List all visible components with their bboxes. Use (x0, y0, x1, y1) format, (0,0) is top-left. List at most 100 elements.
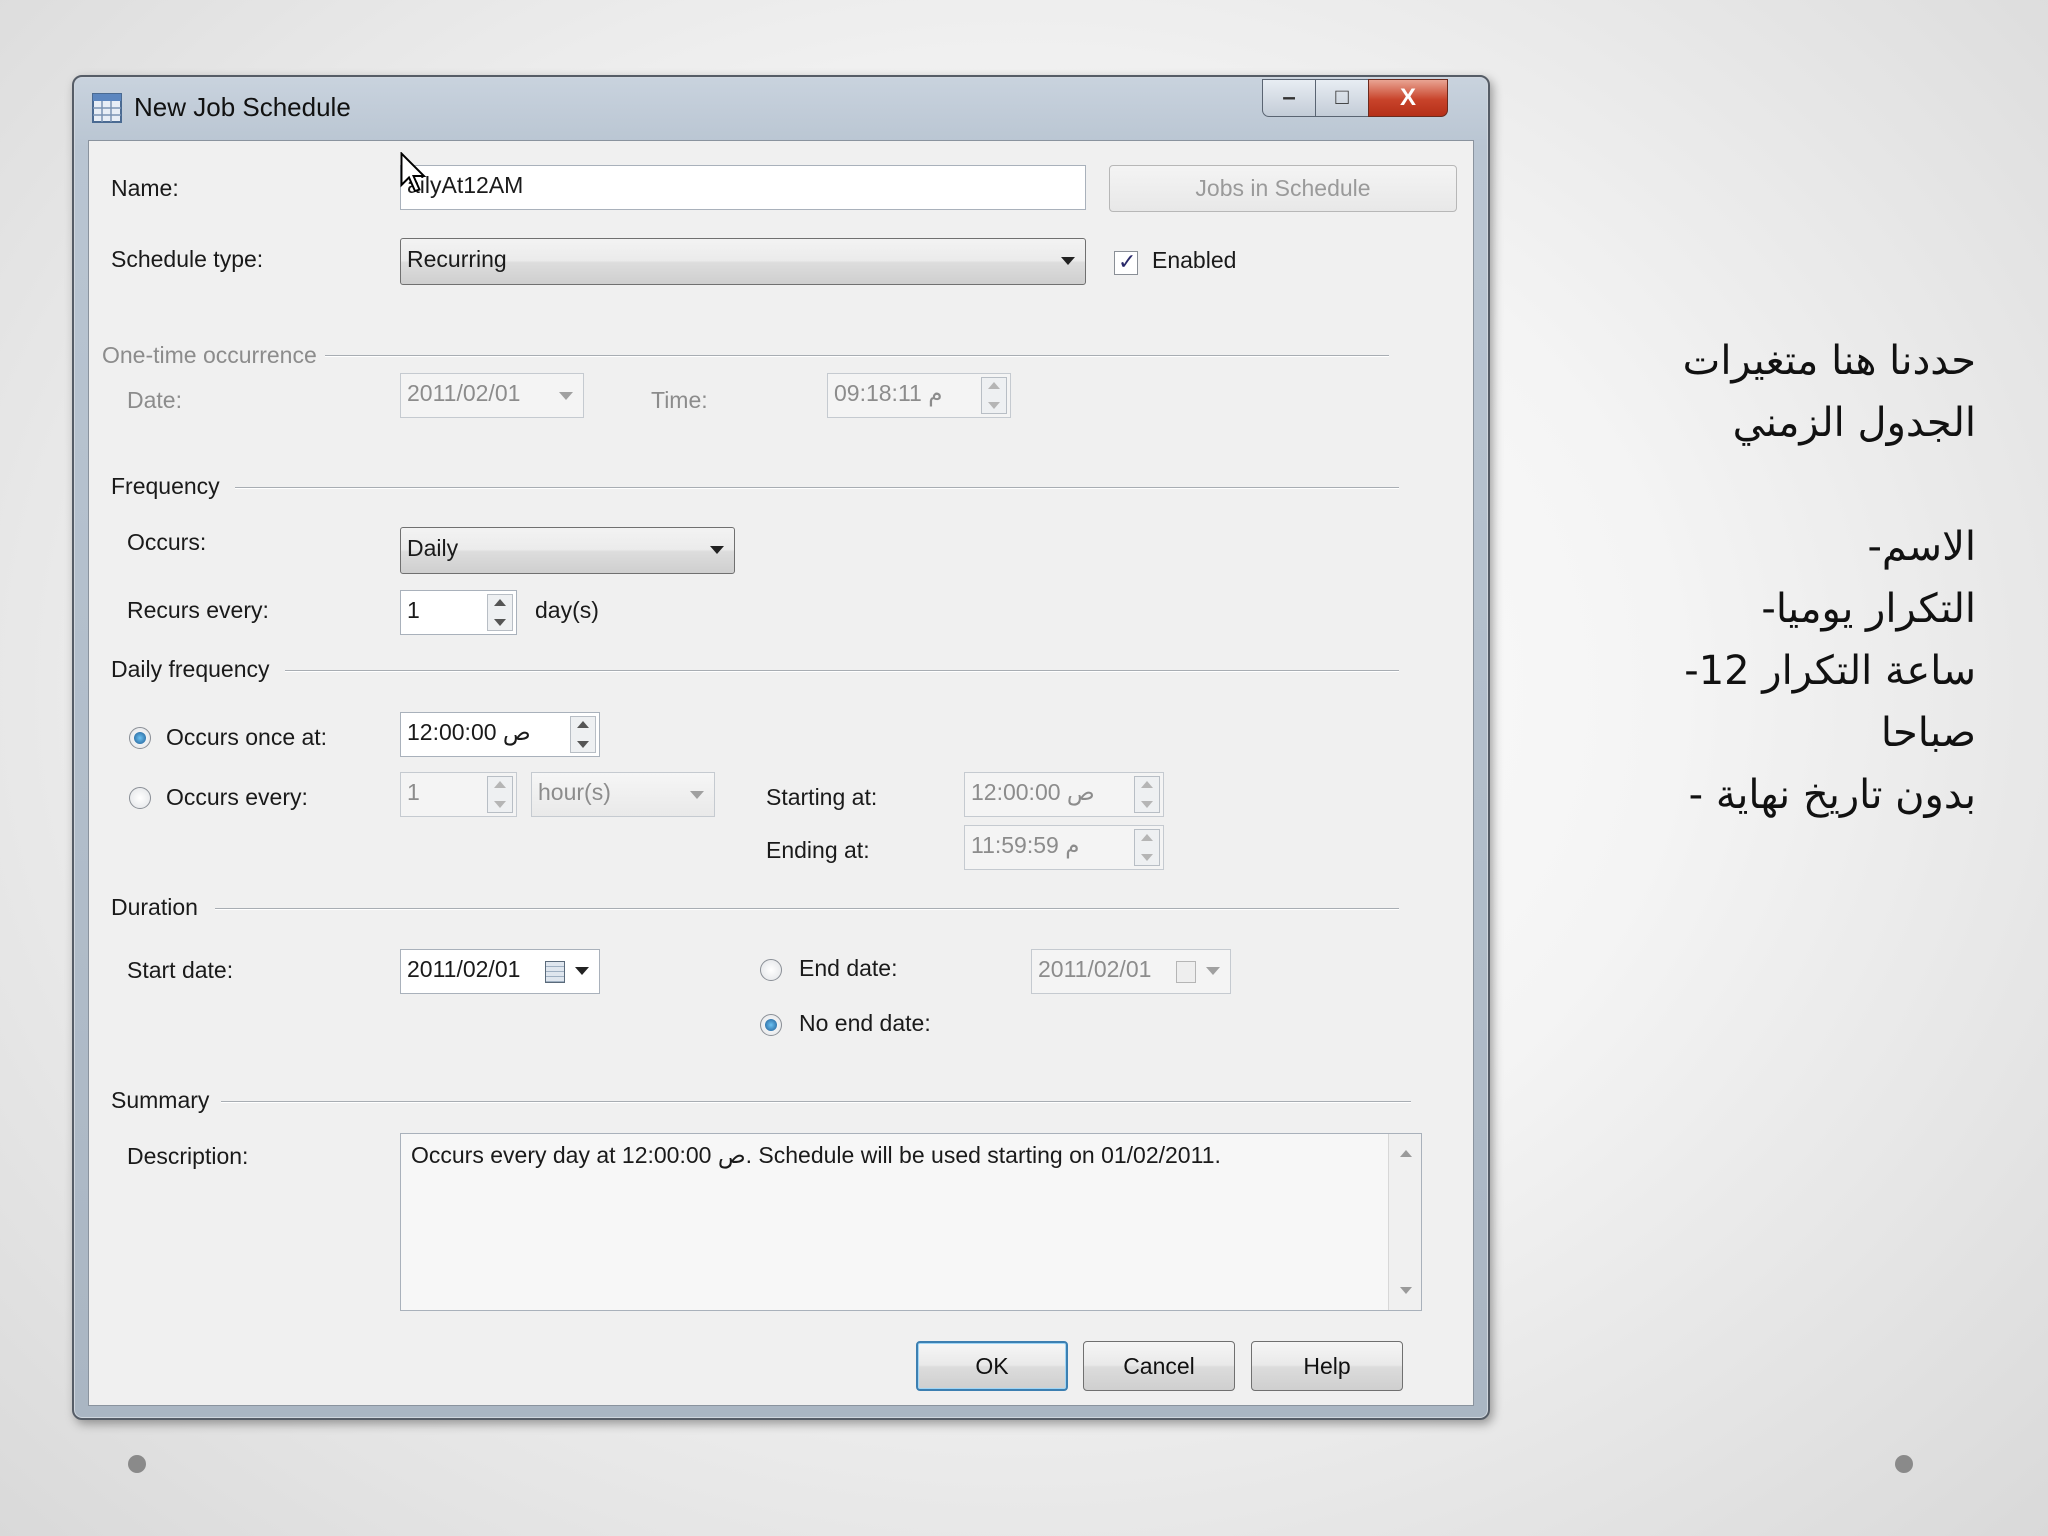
chevron-down-icon (575, 967, 589, 975)
description-textarea[interactable]: Occurs every day at 12:00:00 ص. Schedule… (400, 1133, 1422, 1311)
start-date-input[interactable]: 2011/02/01 (400, 949, 600, 994)
recurs-every-input[interactable]: 1 (400, 590, 517, 635)
schedule-type-select[interactable]: Recurring (400, 238, 1086, 285)
ok-button[interactable]: OK (916, 1341, 1068, 1391)
description-value: Occurs every day at 12:00:00 ص. Schedule… (411, 1142, 1221, 1168)
name-input[interactable]: ailyAt12AM (400, 165, 1086, 210)
one-time-section-title: One-time occurrence (102, 342, 317, 368)
jobs-in-schedule-button[interactable]: Jobs in Schedule (1109, 165, 1457, 212)
one-time-date-label: Date: (127, 387, 182, 413)
one-time-date-value: 2011/02/01 (407, 380, 521, 406)
interval-unit-select[interactable]: hour(s) (531, 772, 715, 817)
calendar-icon[interactable] (545, 961, 565, 983)
maximize-button[interactable]: □ (1315, 79, 1369, 117)
spin-down-icon (988, 402, 1000, 409)
start-date-label: Start date: (127, 957, 234, 983)
minimize-button[interactable]: – (1262, 79, 1316, 117)
end-date-input[interactable]: 2011/02/01 (1031, 949, 1231, 994)
time-spinner[interactable] (1134, 776, 1160, 813)
spin-up-icon (1141, 781, 1153, 788)
spin-down-icon (494, 801, 506, 808)
enabled-label: Enabled (1152, 247, 1237, 273)
section-divider (235, 487, 1399, 489)
spin-up-icon (494, 781, 506, 788)
duration-section-title: Duration (111, 894, 198, 920)
occurs-every-value: 1 (407, 779, 420, 805)
section-divider (325, 355, 1389, 357)
close-button[interactable]: X (1368, 79, 1448, 117)
occurs-select[interactable]: Daily (400, 527, 735, 574)
one-time-time-label: Time: (651, 387, 708, 413)
checkmark-icon: ✓ (1118, 249, 1137, 274)
end-date-label: End date: (799, 955, 898, 981)
interval-spinner[interactable] (487, 776, 513, 813)
occurs-value: Daily (407, 535, 459, 561)
occurs-every-label: Occurs every: (166, 784, 308, 810)
occurs-once-label: Occurs once at: (166, 724, 328, 750)
starting-at-input[interactable]: 12:00:00 ص (964, 772, 1164, 817)
ending-at-value: 11:59:59 م (971, 832, 1080, 858)
new-job-schedule-window: New Job Schedule – □ X Name: ailyAt12AM … (72, 75, 1490, 1420)
recurs-spinner[interactable] (487, 594, 513, 631)
maximize-icon: □ (1335, 84, 1349, 109)
chevron-down-icon (559, 392, 573, 400)
cancel-button[interactable]: Cancel (1083, 1341, 1235, 1391)
occurs-once-time-input[interactable]: 12:00:00 ص (400, 712, 600, 757)
side-note-line: بدون تاريخ نهاية - (1688, 772, 1976, 818)
scroll-up-icon (1400, 1150, 1412, 1157)
recurs-every-value: 1 (407, 597, 420, 623)
section-divider (215, 908, 1399, 910)
spin-down-icon (577, 741, 589, 748)
recurs-unit-label: day(s) (535, 597, 599, 623)
occurs-every-input[interactable]: 1 (400, 772, 517, 817)
summary-section-title: Summary (111, 1087, 210, 1113)
spin-up-icon (494, 599, 506, 606)
one-time-time-value: 09:18:11 م (834, 380, 943, 406)
description-scrollbar[interactable] (1388, 1134, 1421, 1310)
end-date-value: 2011/02/01 (1038, 956, 1152, 982)
minimize-icon: – (1282, 84, 1296, 111)
end-date-radio[interactable] (760, 959, 782, 981)
spin-down-icon (494, 619, 506, 626)
start-date-value: 2011/02/01 (407, 956, 521, 982)
occurs-label: Occurs: (127, 529, 207, 555)
no-end-date-radio[interactable] (760, 1014, 782, 1036)
name-label: Name: (111, 175, 179, 201)
section-divider (285, 670, 1399, 672)
calendar-icon[interactable] (1176, 961, 1196, 983)
help-button[interactable]: Help (1251, 1341, 1403, 1391)
side-note-line: الجدول الزمني (1732, 400, 1976, 446)
slide-bullet-dot (128, 1455, 146, 1473)
one-time-date-input[interactable]: 2011/02/01 (400, 373, 584, 418)
one-time-time-input[interactable]: 09:18:11 م (827, 373, 1011, 418)
spin-up-icon (988, 382, 1000, 389)
slide-bullet-dot (1895, 1455, 1913, 1473)
side-note-line: صباحا (1880, 710, 1976, 756)
occurs-every-radio[interactable] (129, 787, 151, 809)
side-note-line (1456, 454, 1976, 516)
side-note-line: التكرار يوميا- (1761, 586, 1976, 632)
title-bar[interactable]: New Job Schedule – □ X (74, 77, 1488, 137)
side-note-line: ساعة التكرار 12- (1684, 648, 1976, 694)
starting-at-value: 12:00:00 ص (971, 779, 1095, 805)
time-spinner[interactable] (570, 716, 596, 753)
starting-at-label: Starting at: (766, 784, 878, 810)
enabled-checkbox[interactable]: ✓ (1114, 249, 1138, 275)
spin-up-icon (577, 721, 589, 728)
time-spinner[interactable] (981, 377, 1007, 414)
spin-down-icon (1141, 854, 1153, 861)
ending-at-input[interactable]: 11:59:59 م (964, 825, 1164, 870)
side-notes: حددنا هنا متغيرات الجدول الزمني الاسم- ا… (1456, 330, 1976, 826)
schedule-type-value: Recurring (407, 246, 507, 272)
occurs-once-radio[interactable] (129, 727, 151, 749)
side-note-line: الاسم- (1867, 524, 1977, 570)
scroll-down-icon (1400, 1287, 1412, 1294)
occurs-once-time-value: 12:00:00 ص (407, 719, 531, 745)
time-spinner[interactable] (1134, 829, 1160, 866)
recurs-every-label: Recurs every: (127, 597, 269, 623)
ending-at-label: Ending at: (766, 837, 870, 863)
frequency-section-title: Frequency (111, 473, 220, 499)
spin-down-icon (1141, 801, 1153, 808)
schedule-type-label: Schedule type: (111, 246, 264, 272)
chevron-down-icon (690, 791, 704, 799)
